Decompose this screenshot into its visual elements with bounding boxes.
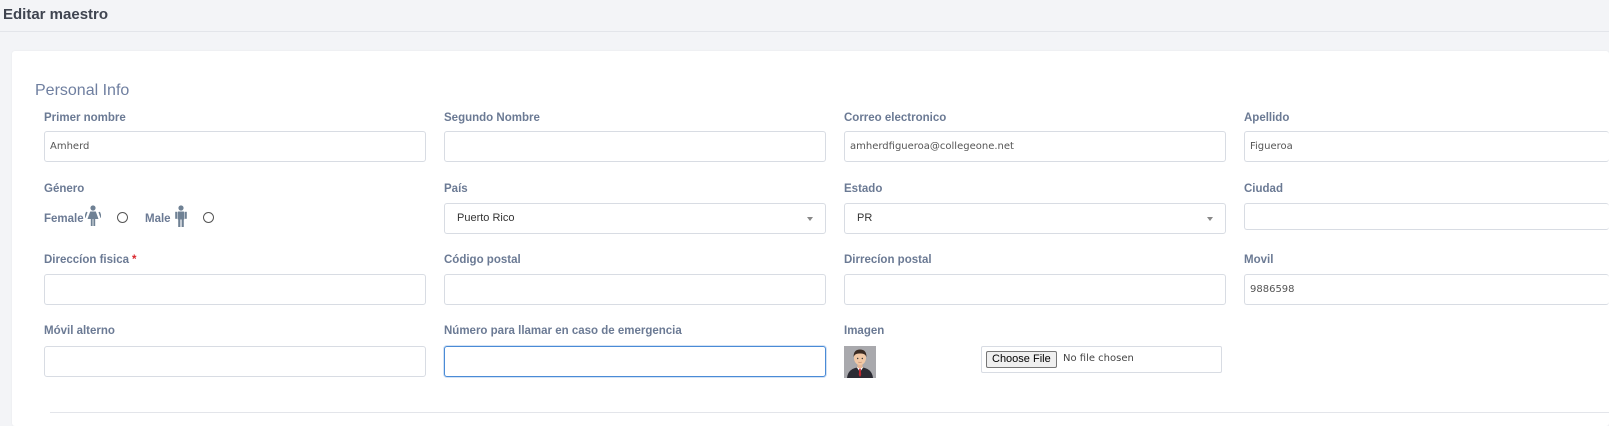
movil-alterno-label: Móvil alterno (44, 325, 115, 337)
caret-down-icon (1207, 217, 1213, 221)
pais-select[interactable]: Puerto Rico (444, 203, 826, 234)
direccion-fisica-input[interactable] (44, 274, 426, 305)
caret-down-icon (807, 217, 813, 221)
male-radio[interactable] (203, 212, 214, 223)
ciudad-input[interactable] (1244, 203, 1609, 230)
correo-input[interactable]: amherdfigueroa@collegeone.net (844, 131, 1226, 162)
estado-select-value: PR (857, 212, 873, 224)
pais-label: País (444, 183, 468, 195)
direccion-fisica-label: Direccíon fisica * (44, 254, 137, 266)
segundo-nombre-label: Segundo Nombre (444, 112, 540, 124)
male-label: Male (145, 213, 171, 225)
avatar-image (844, 346, 876, 378)
genero-label: Género (44, 183, 85, 195)
page-title: Editar maestro (3, 6, 109, 23)
male-icon (175, 205, 187, 227)
correo-label: Correo electronico (844, 112, 947, 124)
direccion-postal-input[interactable] (844, 274, 1226, 305)
direccion-fisica-label-text: Direccíon fisica (44, 254, 130, 266)
file-status-text: No file chosen (1063, 353, 1134, 364)
section-title: Personal Info (35, 82, 130, 99)
female-radio[interactable] (117, 212, 128, 223)
bottom-divider (50, 412, 1609, 413)
codigo-postal-label: Código postal (444, 254, 521, 266)
segundo-nombre-input[interactable] (444, 131, 826, 162)
apellido-label: Apellido (1244, 112, 1290, 124)
title-divider (0, 31, 1609, 32)
emergencia-label: Número para llamar en caso de emergencia (444, 325, 682, 337)
ciudad-label: Ciudad (1244, 183, 1283, 195)
choose-file-button[interactable]: Choose File (986, 351, 1057, 368)
emergencia-input[interactable] (444, 346, 826, 377)
estado-select[interactable]: PR (844, 203, 1226, 234)
female-label: Female (44, 213, 84, 225)
imagen-label: Imagen (844, 325, 885, 337)
direccion-postal-label: Dirrecíon postal (844, 254, 932, 266)
movil-label: Movil (1244, 254, 1274, 266)
female-icon (85, 205, 101, 226)
estado-label: Estado (844, 183, 883, 195)
movil-input[interactable]: 9886598 (1244, 274, 1609, 305)
movil-alterno-input[interactable] (44, 346, 426, 377)
pais-select-value: Puerto Rico (457, 212, 515, 224)
apellido-input[interactable]: Figueroa (1244, 131, 1609, 162)
primer-nombre-label: Primer nombre (44, 112, 126, 124)
file-input[interactable]: Choose File No file chosen (981, 346, 1222, 373)
required-mark: * (132, 254, 137, 266)
codigo-postal-input[interactable] (444, 274, 826, 305)
primer-nombre-input[interactable]: Amherd (44, 131, 426, 162)
